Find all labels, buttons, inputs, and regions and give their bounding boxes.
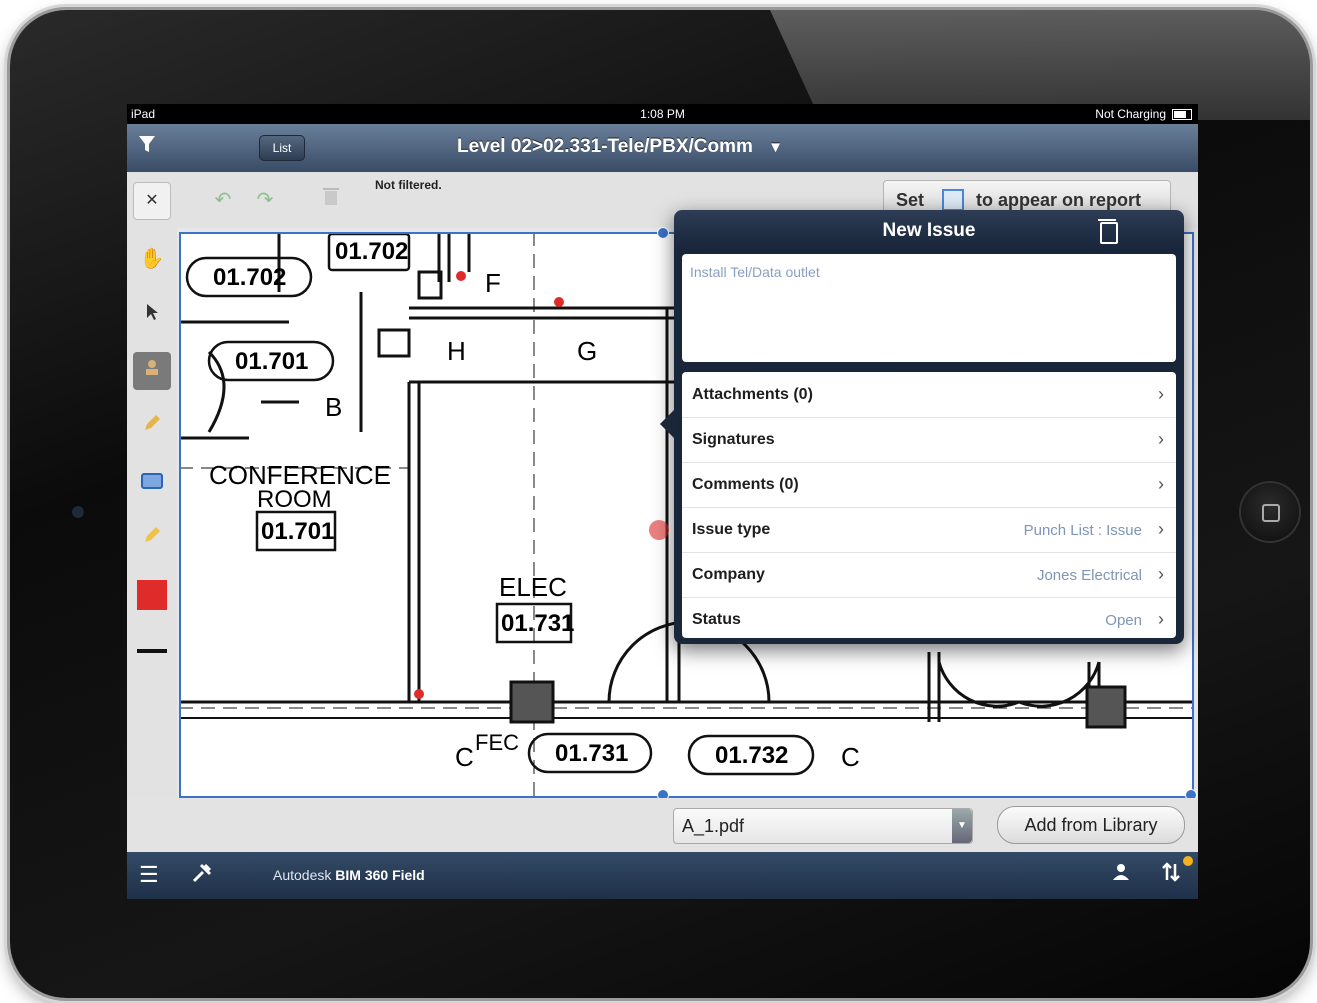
row-label: Issue type (692, 521, 771, 538)
undo-icon[interactable]: ↶ (205, 182, 241, 218)
row-value: Jones Electrical (1036, 567, 1142, 584)
row-label: Status (692, 611, 741, 628)
tools-icon[interactable] (191, 862, 213, 890)
charging-status: Not Charging (1095, 107, 1166, 121)
attachment-controls: A_1.pdf ▼ Add from Library (127, 798, 1198, 852)
user-icon[interactable] (1111, 862, 1131, 888)
popover-arrow (660, 410, 674, 438)
company-row[interactable]: Company Jones Electrical › (682, 552, 1176, 598)
file-select[interactable]: A_1.pdf ▼ (673, 808, 973, 844)
status-time: 1:08 PM (640, 107, 685, 121)
drawing-tools-sidebar: ✋ (127, 228, 177, 848)
pan-hand-icon[interactable]: ✋ (133, 240, 171, 278)
attachments-row[interactable]: Attachments (0) › (682, 372, 1176, 418)
delete-issue-icon[interactable] (1098, 219, 1118, 244)
signatures-row[interactable]: Signatures › (682, 417, 1176, 463)
sync-icon[interactable] (1161, 862, 1181, 888)
brand-prefix: Autodesk (273, 867, 332, 883)
app-bottom-bar: ☰ Autodesk BIM 360 Field (127, 852, 1198, 899)
brand-name: BIM 360 Field (335, 867, 425, 883)
row-value: Punch List : Issue (1023, 522, 1142, 539)
chevron-right-icon: › (1158, 474, 1164, 494)
row-label: Signatures (692, 431, 775, 448)
list-button[interactable]: List (259, 135, 305, 161)
notification-badge (1183, 856, 1193, 866)
row-label: Comments (0) (692, 476, 799, 493)
camera-icon (72, 506, 84, 518)
row-label: Attachments (0) (692, 386, 813, 403)
stamp-tool-icon[interactable] (133, 352, 171, 390)
color-swatch-red[interactable] (133, 576, 171, 614)
status-row[interactable]: Status Open › (682, 597, 1176, 638)
sheet-title-dropdown[interactable]: Level 02>02.331-Tele/PBX/Comm ▼ (457, 136, 857, 158)
report-label: to appear on report (976, 190, 1142, 210)
sheet-title: Level 02>02.331-Tele/PBX/Comm (457, 136, 753, 157)
pencil-icon[interactable] (133, 408, 171, 446)
chevron-right-icon: › (1158, 564, 1164, 584)
navigation-bar: List Level 02>02.331-Tele/PBX/Comm ▼ (127, 124, 1198, 173)
row-value: Open (1105, 612, 1142, 629)
home-button[interactable] (1241, 483, 1299, 541)
report-checkbox-icon (942, 189, 964, 211)
markup-handle[interactable] (657, 227, 669, 239)
chevron-right-icon: › (1158, 384, 1164, 404)
close-markup-icon[interactable]: ✕ (133, 182, 171, 220)
issue-description-text: Install Tel/Data outlet (690, 264, 820, 280)
line-weight-icon[interactable] (133, 632, 171, 670)
new-issue-popover: New Issue Install Tel/Data outlet Attach… (660, 210, 1184, 644)
file-select-value: A_1.pdf (682, 816, 745, 836)
filter-status: Not filtered. (375, 178, 442, 192)
chevron-right-icon: › (1158, 519, 1164, 539)
trash-icon[interactable] (313, 182, 349, 218)
set-label: Set (896, 190, 925, 210)
chevron-right-icon: › (1158, 429, 1164, 449)
status-bar: iPad 1:08 PM Not Charging (127, 104, 1198, 124)
menu-icon[interactable]: ☰ (139, 862, 159, 888)
select-arrow-icon[interactable] (133, 296, 171, 334)
redo-icon[interactable]: ↷ (247, 182, 283, 218)
brand-label: Autodesk BIM 360 Field (273, 867, 425, 883)
rectangle-tool-icon[interactable] (133, 464, 171, 502)
filter-icon[interactable] (135, 134, 159, 160)
issue-type-row[interactable]: Issue type Punch List : Issue › (682, 507, 1176, 553)
issue-detail-list: Attachments (0) › Signatures › Comments … (682, 372, 1176, 638)
issue-description-field[interactable]: Install Tel/Data outlet (682, 254, 1176, 362)
battery-icon (1172, 109, 1192, 120)
row-label: Company (692, 566, 765, 583)
dropdown-arrow-icon: ▼ (768, 139, 784, 156)
comments-row[interactable]: Comments (0) › (682, 462, 1176, 508)
highlighter-icon[interactable] (133, 520, 171, 558)
add-from-library-button[interactable]: Add from Library (997, 806, 1185, 844)
app-screen: iPad 1:08 PM Not Charging List Level 02>… (127, 104, 1198, 899)
select-arrow-icon: ▼ (952, 809, 972, 843)
chevron-right-icon: › (1158, 609, 1164, 629)
